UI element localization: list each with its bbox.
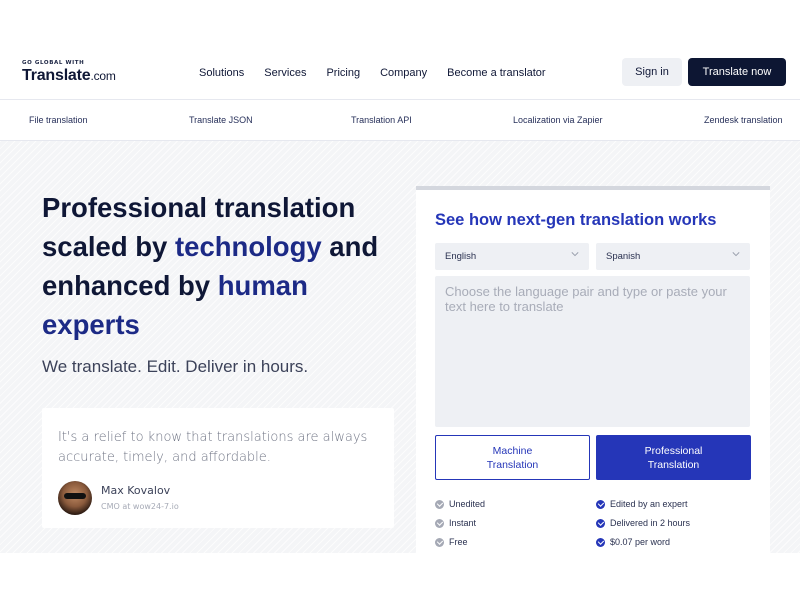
feature-label: Delivered in 2 hours bbox=[610, 518, 691, 528]
nav-solutions[interactable]: Solutions bbox=[199, 67, 244, 79]
logo[interactable]: GO GLOBAL WITH Translate.com bbox=[22, 60, 116, 85]
feature-item: Delivered in 2 hours bbox=[596, 518, 690, 528]
testimonial-role: CMO at wow24-7.io bbox=[101, 502, 179, 511]
subnav-translate-json[interactable]: Translate JSON bbox=[189, 115, 253, 125]
professional-translation-button[interactable]: Professional Translation bbox=[596, 435, 751, 480]
professional-translation-label: Professional Translation bbox=[645, 444, 703, 472]
nav-company[interactable]: Company bbox=[380, 67, 427, 79]
chevron-down-icon bbox=[571, 252, 579, 257]
check-circle-icon bbox=[596, 518, 605, 528]
sunglasses-graphic bbox=[64, 493, 86, 499]
check-circle-icon bbox=[596, 537, 605, 547]
testimonial-card: It's a relief to know that translations … bbox=[42, 408, 394, 528]
machine-translation-label: Machine Translation bbox=[487, 444, 539, 472]
machine-label-line-2: Translation bbox=[486, 458, 539, 471]
logo-tagline: GO GLOBAL WITH bbox=[22, 60, 85, 66]
sub-nav: File translation Translate JSON Translat… bbox=[0, 100, 800, 141]
feature-item: $0.07 per word bbox=[596, 537, 670, 547]
logo-wordmark: Translate.com bbox=[22, 67, 116, 85]
check-circle-icon bbox=[435, 499, 444, 509]
main-nav: Solutions Services Pricing Company Becom… bbox=[199, 67, 546, 79]
check-circle-icon bbox=[435, 518, 444, 528]
feature-label: Unedited bbox=[449, 499, 486, 509]
logo-name: Translate bbox=[22, 67, 91, 84]
target-language-value: Spanish bbox=[606, 251, 641, 262]
pro-label-line-1: Professional bbox=[644, 444, 703, 457]
subnav-file-translation[interactable]: File translation bbox=[29, 115, 88, 125]
source-language-select[interactable]: English bbox=[435, 243, 589, 270]
machine-translation-button[interactable]: Machine Translation bbox=[435, 435, 590, 480]
site-header: GO GLOBAL WITH Translate.com Solutions S… bbox=[0, 0, 800, 100]
subnav-localization-zapier[interactable]: Localization via Zapier bbox=[513, 115, 603, 125]
testimonial-quote: It's a relief to know that translations … bbox=[58, 430, 368, 465]
feature-label: Edited by an expert bbox=[610, 499, 688, 509]
nav-become-translator[interactable]: Become a translator bbox=[447, 67, 545, 79]
nav-services[interactable]: Services bbox=[264, 67, 306, 79]
check-circle-icon bbox=[596, 499, 605, 509]
feature-label: $0.07 per word bbox=[610, 537, 671, 547]
widget-title: See how next-gen translation works bbox=[435, 211, 717, 229]
subnav-translation-api[interactable]: Translation API bbox=[351, 115, 412, 125]
pro-label-line-2: Translation bbox=[647, 458, 700, 471]
feature-label: Instant bbox=[449, 518, 477, 528]
nav-pricing[interactable]: Pricing bbox=[326, 67, 360, 79]
feature-item: Instant bbox=[435, 518, 476, 528]
testimonial-name: Max Kovalov bbox=[101, 484, 171, 497]
chevron-down-icon bbox=[732, 252, 740, 257]
source-language-value: English bbox=[445, 251, 477, 262]
hero-headline: Professional translation scaled by techn… bbox=[42, 188, 412, 344]
hero-section: Professional translation scaled by techn… bbox=[0, 141, 800, 553]
translate-now-button[interactable]: Translate now bbox=[688, 58, 786, 86]
sign-in-button[interactable]: Sign in bbox=[622, 58, 682, 86]
translation-widget: See how next-gen translation works Engli… bbox=[416, 186, 770, 553]
headline-highlight-technology: technology bbox=[175, 231, 322, 262]
feature-item: Unedited bbox=[435, 499, 485, 509]
subnav-zendesk-translation[interactable]: Zendesk translation bbox=[704, 115, 783, 125]
feature-label: Free bbox=[449, 537, 468, 547]
target-language-select[interactable]: Spanish bbox=[596, 243, 750, 270]
translation-text-input[interactable] bbox=[435, 276, 750, 427]
check-circle-icon bbox=[435, 537, 444, 547]
machine-label-line-1: Machine bbox=[492, 444, 533, 457]
avatar bbox=[58, 481, 92, 515]
feature-item: Edited by an expert bbox=[596, 499, 688, 509]
feature-item: Free bbox=[435, 537, 468, 547]
hero-subhead: We translate. Edit. Deliver in hours. bbox=[42, 357, 309, 376]
logo-suffix: .com bbox=[90, 69, 116, 83]
